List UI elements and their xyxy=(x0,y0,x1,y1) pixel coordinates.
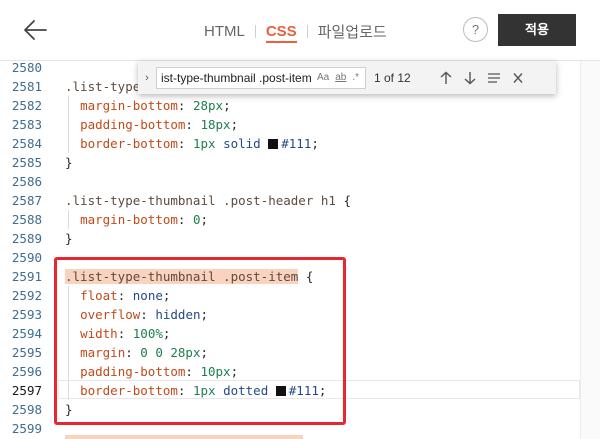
match-case-toggle[interactable]: Aa xyxy=(317,68,329,88)
line-number: 2589 xyxy=(11,231,42,246)
close-icon[interactable] xyxy=(506,71,530,85)
code-line: } xyxy=(65,231,73,246)
code-line: .list-type xyxy=(65,77,140,96)
arrow-up-icon[interactable] xyxy=(434,71,458,85)
back-arrow-icon[interactable] xyxy=(22,17,48,43)
top-bar: HTML CSS 파일업로드 ? 적용 xyxy=(0,0,600,60)
arrow-down-icon[interactable] xyxy=(458,71,482,85)
css-value: 1px xyxy=(192,136,216,151)
line-number: 2584 xyxy=(11,136,42,151)
match-count: 1 of 12 xyxy=(374,70,411,85)
css-property: padding-bottom xyxy=(80,117,186,132)
code-line: .list-type-thumbnail .post-header h1 { xyxy=(65,191,351,210)
tab-css[interactable]: CSS xyxy=(265,23,297,43)
menu-lines-icon[interactable] xyxy=(482,71,506,85)
line-number: 2580 xyxy=(11,60,42,75)
vertical-scrollbar[interactable] xyxy=(580,61,600,439)
search-match-highlight xyxy=(65,435,303,439)
line-number: 2588 xyxy=(11,212,42,227)
line-number: 2583 xyxy=(11,117,42,132)
open-brace: { xyxy=(335,193,351,208)
line-number: 2587 xyxy=(11,193,42,208)
line-number: 2590 xyxy=(11,250,42,265)
code-line: margin-bottom: 0; xyxy=(80,212,209,227)
css-value: 28px xyxy=(192,98,224,113)
code-line: padding-bottom: 18px; xyxy=(80,117,239,132)
annotation-box xyxy=(54,257,346,425)
chevron-right-icon[interactable]: › xyxy=(138,72,156,84)
css-property: margin-bottom xyxy=(80,98,178,113)
line-number: 2581 xyxy=(11,79,42,94)
find-widget: › ist-type-thumbnail .post-item Aa ab .*… xyxy=(138,61,556,94)
line-number: 2595 xyxy=(11,345,42,360)
css-property: margin-bottom xyxy=(80,212,178,227)
line-number: 2596 xyxy=(11,364,42,379)
code-line: border-bottom: 1px solid #111; xyxy=(80,136,319,151)
css-value: solid xyxy=(223,136,261,151)
css-property: border-bottom xyxy=(80,136,178,151)
css-value: 18px xyxy=(200,117,231,132)
apply-button[interactable]: 적용 xyxy=(498,14,576,46)
line-number: 2592 xyxy=(11,288,42,303)
css-value: #111 xyxy=(281,136,312,151)
tab-divider xyxy=(254,24,256,38)
css-selector: .list-type xyxy=(65,79,141,94)
line-number: 2585 xyxy=(11,155,42,170)
line-number: 2598 xyxy=(11,402,42,417)
line-number: 2599 xyxy=(11,421,42,436)
help-icon[interactable]: ? xyxy=(463,17,488,42)
code-line: } xyxy=(65,155,73,170)
line-number: 2582 xyxy=(11,98,42,113)
find-query: ist-type-thumbnail .post-item xyxy=(161,70,312,85)
line-number: 2594 xyxy=(11,326,42,341)
editor-tabs: HTML CSS 파일업로드 xyxy=(204,21,387,43)
tab-html[interactable]: HTML xyxy=(204,23,245,40)
line-number-current: 2597 xyxy=(11,383,42,398)
color-swatch[interactable] xyxy=(268,139,279,149)
line-number-gutter: 2580 2581 2582 2583 2584 2585 2586 2587 … xyxy=(0,61,58,439)
tab-divider xyxy=(306,24,308,38)
line-number: 2586 xyxy=(11,174,42,189)
find-input[interactable]: ist-type-thumbnail .post-item Aa ab .* xyxy=(156,66,366,89)
line-number: 2593 xyxy=(11,307,42,322)
css-selector: .list-type-thumbnail .post-header h1 xyxy=(65,193,336,208)
line-number: 2591 xyxy=(11,269,42,284)
regex-toggle[interactable]: .* xyxy=(352,68,359,88)
code-line: margin-bottom: 28px; xyxy=(80,98,231,113)
css-value: 0 xyxy=(192,212,201,227)
tab-file-upload[interactable]: 파일업로드 xyxy=(318,21,387,42)
whole-word-toggle[interactable]: ab xyxy=(335,68,346,88)
